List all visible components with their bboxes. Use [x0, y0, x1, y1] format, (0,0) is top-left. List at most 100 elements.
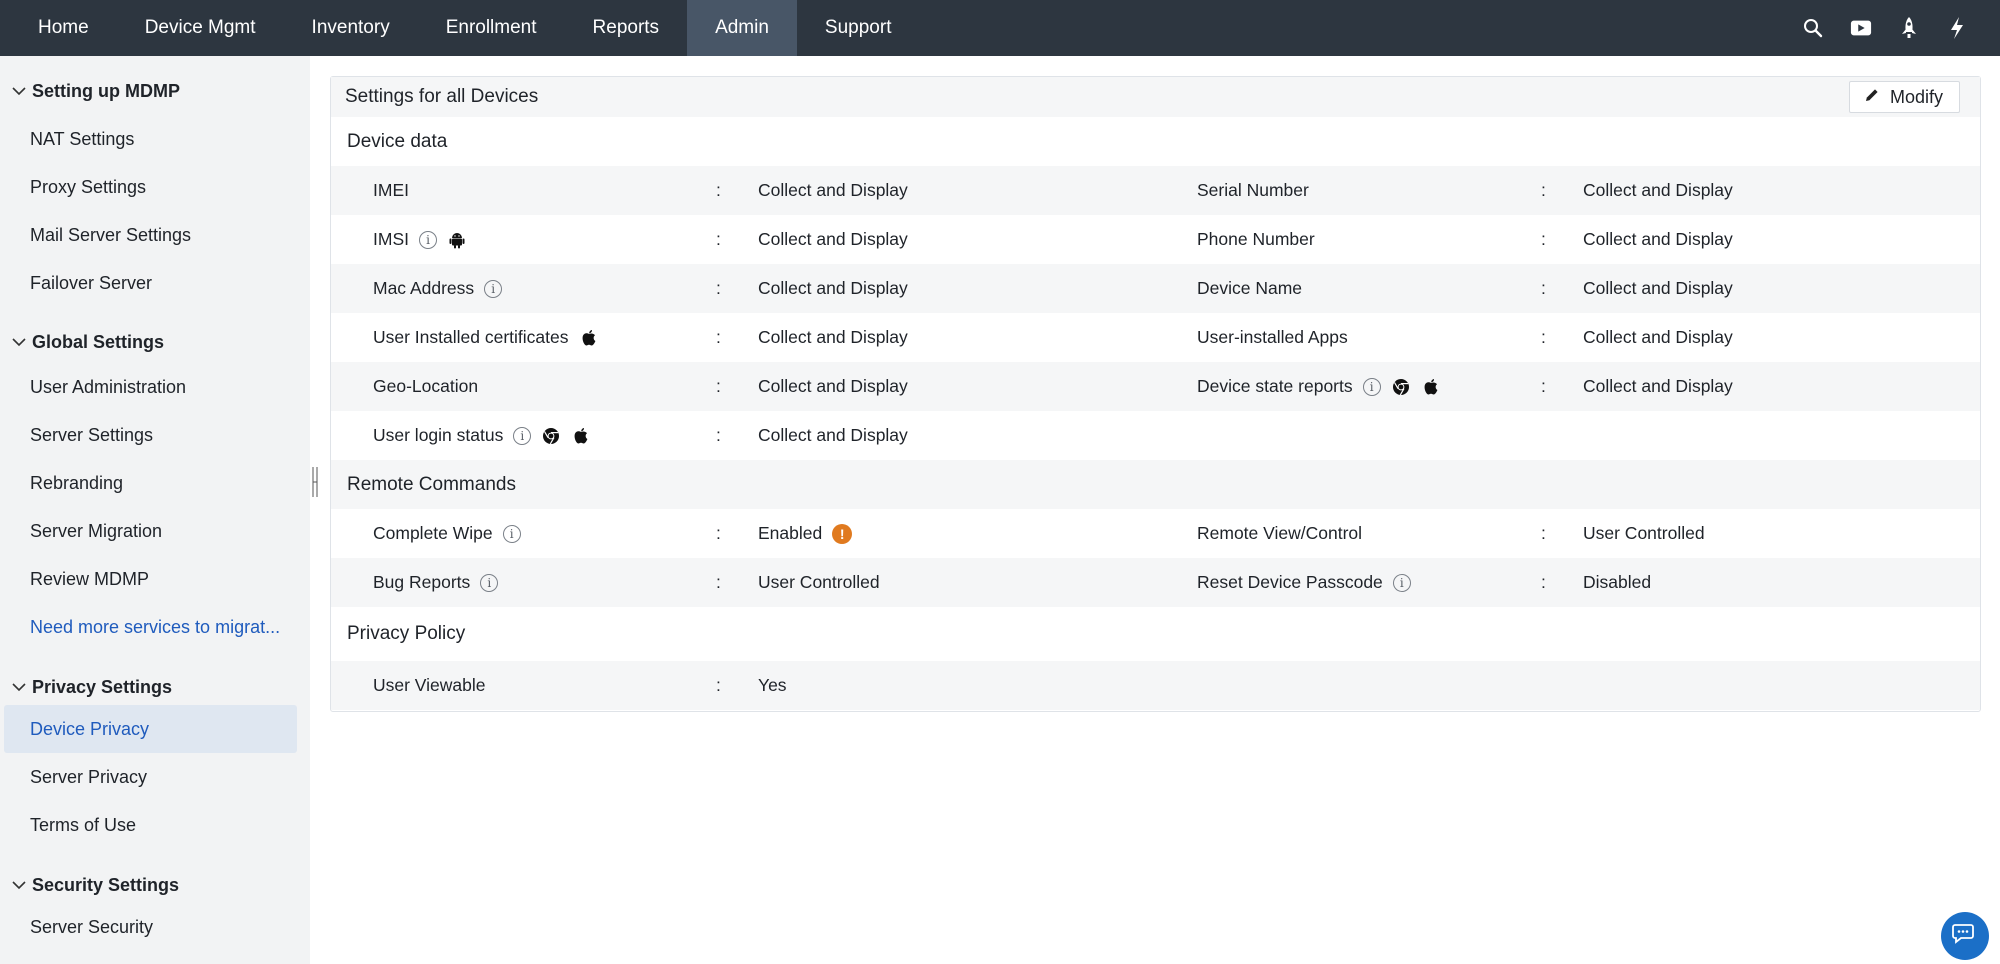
nav-tab-home[interactable]: Home — [10, 0, 117, 56]
field-label: IMEI — [373, 180, 409, 200]
rocket-icon[interactable] — [1898, 17, 1920, 39]
sidebar-item-mail-server-settings[interactable]: Mail Server Settings — [4, 211, 297, 259]
field-label: Geo-Location — [373, 376, 479, 396]
field-colon: : — [716, 327, 721, 347]
field-value: Yes — [758, 675, 787, 695]
nav-tab-enrollment[interactable]: Enrollment — [418, 0, 565, 56]
field-label: IMSI — [373, 229, 409, 249]
search-icon[interactable] — [1802, 17, 1824, 39]
sidebar-item-failover-server[interactable]: Failover Server — [4, 259, 297, 307]
field-label: User login status — [373, 425, 504, 445]
apple-icon — [571, 426, 591, 446]
nav-tabs: Home Device Mgmt Inventory Enrollment Re… — [0, 0, 919, 56]
sidebar-link-more-services[interactable]: Need more services to migrat... — [4, 603, 297, 651]
sidebar-group-label: Global Settings — [32, 331, 165, 352]
info-icon[interactable]: i — [418, 230, 437, 249]
field-colon: : — [1541, 180, 1546, 200]
info-icon[interactable]: i — [480, 573, 499, 592]
field-value: Collect and Display — [758, 180, 908, 200]
table-row: User Installed certificates : Collect an… — [331, 313, 1980, 362]
table-row: Geo-Location : Collect and Display Devic… — [331, 362, 1980, 411]
field-colon: : — [716, 523, 721, 543]
field-colon: : — [716, 278, 721, 298]
nav-tab-support[interactable]: Support — [797, 0, 920, 56]
sidebar-item-review-mdmp[interactable]: Review MDMP — [4, 555, 297, 603]
field-colon: : — [1541, 523, 1546, 543]
field-colon: : — [1541, 229, 1546, 249]
field-label-group: Complete Wipe i — [373, 523, 521, 544]
settings-panel: Settings for all Devices Modify Device d… — [330, 76, 1981, 712]
field-value: Disabled — [1583, 572, 1652, 592]
field-colon: : — [1541, 572, 1546, 592]
nav-tab-admin[interactable]: Admin — [687, 0, 797, 56]
sidebar-item-nat-settings[interactable]: NAT Settings — [4, 115, 297, 163]
apple-icon — [1421, 377, 1441, 397]
field-colon: : — [1541, 376, 1546, 396]
field-value: Collect and Display — [758, 425, 908, 445]
chevron-down-icon — [8, 676, 30, 698]
field-label: Mac Address — [373, 278, 475, 298]
sidebar-item-server-security[interactable]: Server Security — [4, 903, 297, 951]
field-label: User Viewable — [373, 675, 486, 695]
chevron-down-icon — [8, 80, 30, 102]
apple-icon — [579, 328, 599, 348]
sidebar-item-rebranding[interactable]: Rebranding — [4, 459, 297, 507]
sidebar-group-title[interactable]: Global Settings — [0, 321, 310, 363]
field-label-group: IMSI i — [373, 229, 467, 250]
sidebar-item-server-settings[interactable]: Server Settings — [4, 411, 297, 459]
sidebar-group-label: Privacy Settings — [32, 676, 173, 697]
panel-title: Settings for all Devices — [345, 86, 539, 107]
video-icon[interactable] — [1850, 17, 1872, 39]
sidebar-item-proxy-settings[interactable]: Proxy Settings — [4, 163, 297, 211]
field-colon: : — [1541, 278, 1546, 298]
sidebar-group-privacy-settings: Privacy Settings Device Privacy Server P… — [0, 669, 310, 849]
field-value: Collect and Display — [1583, 278, 1733, 298]
lightning-icon[interactable] — [1946, 17, 1968, 39]
nav-tab-device-mgmt[interactable]: Device Mgmt — [117, 0, 284, 56]
sidebar-group-security-settings: Security Settings Server Security — [0, 867, 310, 951]
nav-tab-inventory[interactable]: Inventory — [284, 0, 418, 56]
info-icon[interactable]: i — [1392, 573, 1411, 592]
table-row: IMSI i : Collect and Display Phone Numbe… — [331, 215, 1980, 264]
info-icon[interactable]: i — [502, 524, 521, 543]
field-value: Collect and Display — [1583, 376, 1733, 396]
info-icon[interactable]: i — [513, 426, 532, 445]
field-label: Serial Number — [1197, 180, 1309, 200]
sidebar-item-device-privacy[interactable]: Device Privacy — [4, 705, 297, 753]
field-colon: : — [716, 376, 721, 396]
pencil-icon — [1864, 87, 1880, 108]
sidebar-resize-handle[interactable] — [310, 465, 320, 499]
info-icon[interactable]: i — [1362, 377, 1381, 396]
section-title-remote-commands: Remote Commands — [331, 460, 1980, 509]
nav-tab-reports[interactable]: Reports — [565, 0, 688, 56]
panel-header: Settings for all Devices Modify — [331, 77, 1980, 117]
field-colon: : — [716, 229, 721, 249]
field-label-group: Mac Address i — [373, 278, 503, 299]
field-value: Collect and Display — [758, 376, 908, 396]
warning-icon[interactable]: ! — [832, 523, 853, 544]
field-value-group: Enabled ! — [758, 523, 853, 544]
field-label: Device state reports — [1197, 376, 1353, 396]
field-value: Collect and Display — [1583, 229, 1733, 249]
sidebar-item-server-migration[interactable]: Server Migration — [4, 507, 297, 555]
chat-icon — [1952, 922, 1978, 951]
field-colon: : — [716, 180, 721, 200]
field-colon: : — [716, 425, 721, 445]
table-row: Bug Reports i : User Controlled Reset De… — [331, 558, 1980, 607]
sidebar-group-title[interactable]: Security Settings — [0, 867, 310, 903]
sidebar: Setting up MDMP NAT Settings Proxy Setti… — [0, 56, 310, 964]
field-colon: : — [716, 572, 721, 592]
table-row: User login status i : Collect and Displa… — [331, 411, 1980, 460]
nav-icon-group — [1802, 0, 2000, 56]
modify-button[interactable]: Modify — [1848, 81, 1960, 113]
sidebar-group-title[interactable]: Setting up MDMP — [0, 67, 310, 115]
chat-button[interactable] — [1941, 912, 1989, 960]
field-label: Phone Number — [1197, 229, 1315, 249]
sidebar-item-terms-of-use[interactable]: Terms of Use — [4, 801, 297, 849]
field-label: User Installed certificates — [373, 327, 569, 347]
sidebar-item-user-administration[interactable]: User Administration — [4, 363, 297, 411]
sidebar-item-server-privacy[interactable]: Server Privacy — [4, 753, 297, 801]
info-icon[interactable]: i — [484, 279, 503, 298]
sidebar-group-title[interactable]: Privacy Settings — [0, 669, 310, 705]
chevron-down-icon — [8, 331, 30, 353]
